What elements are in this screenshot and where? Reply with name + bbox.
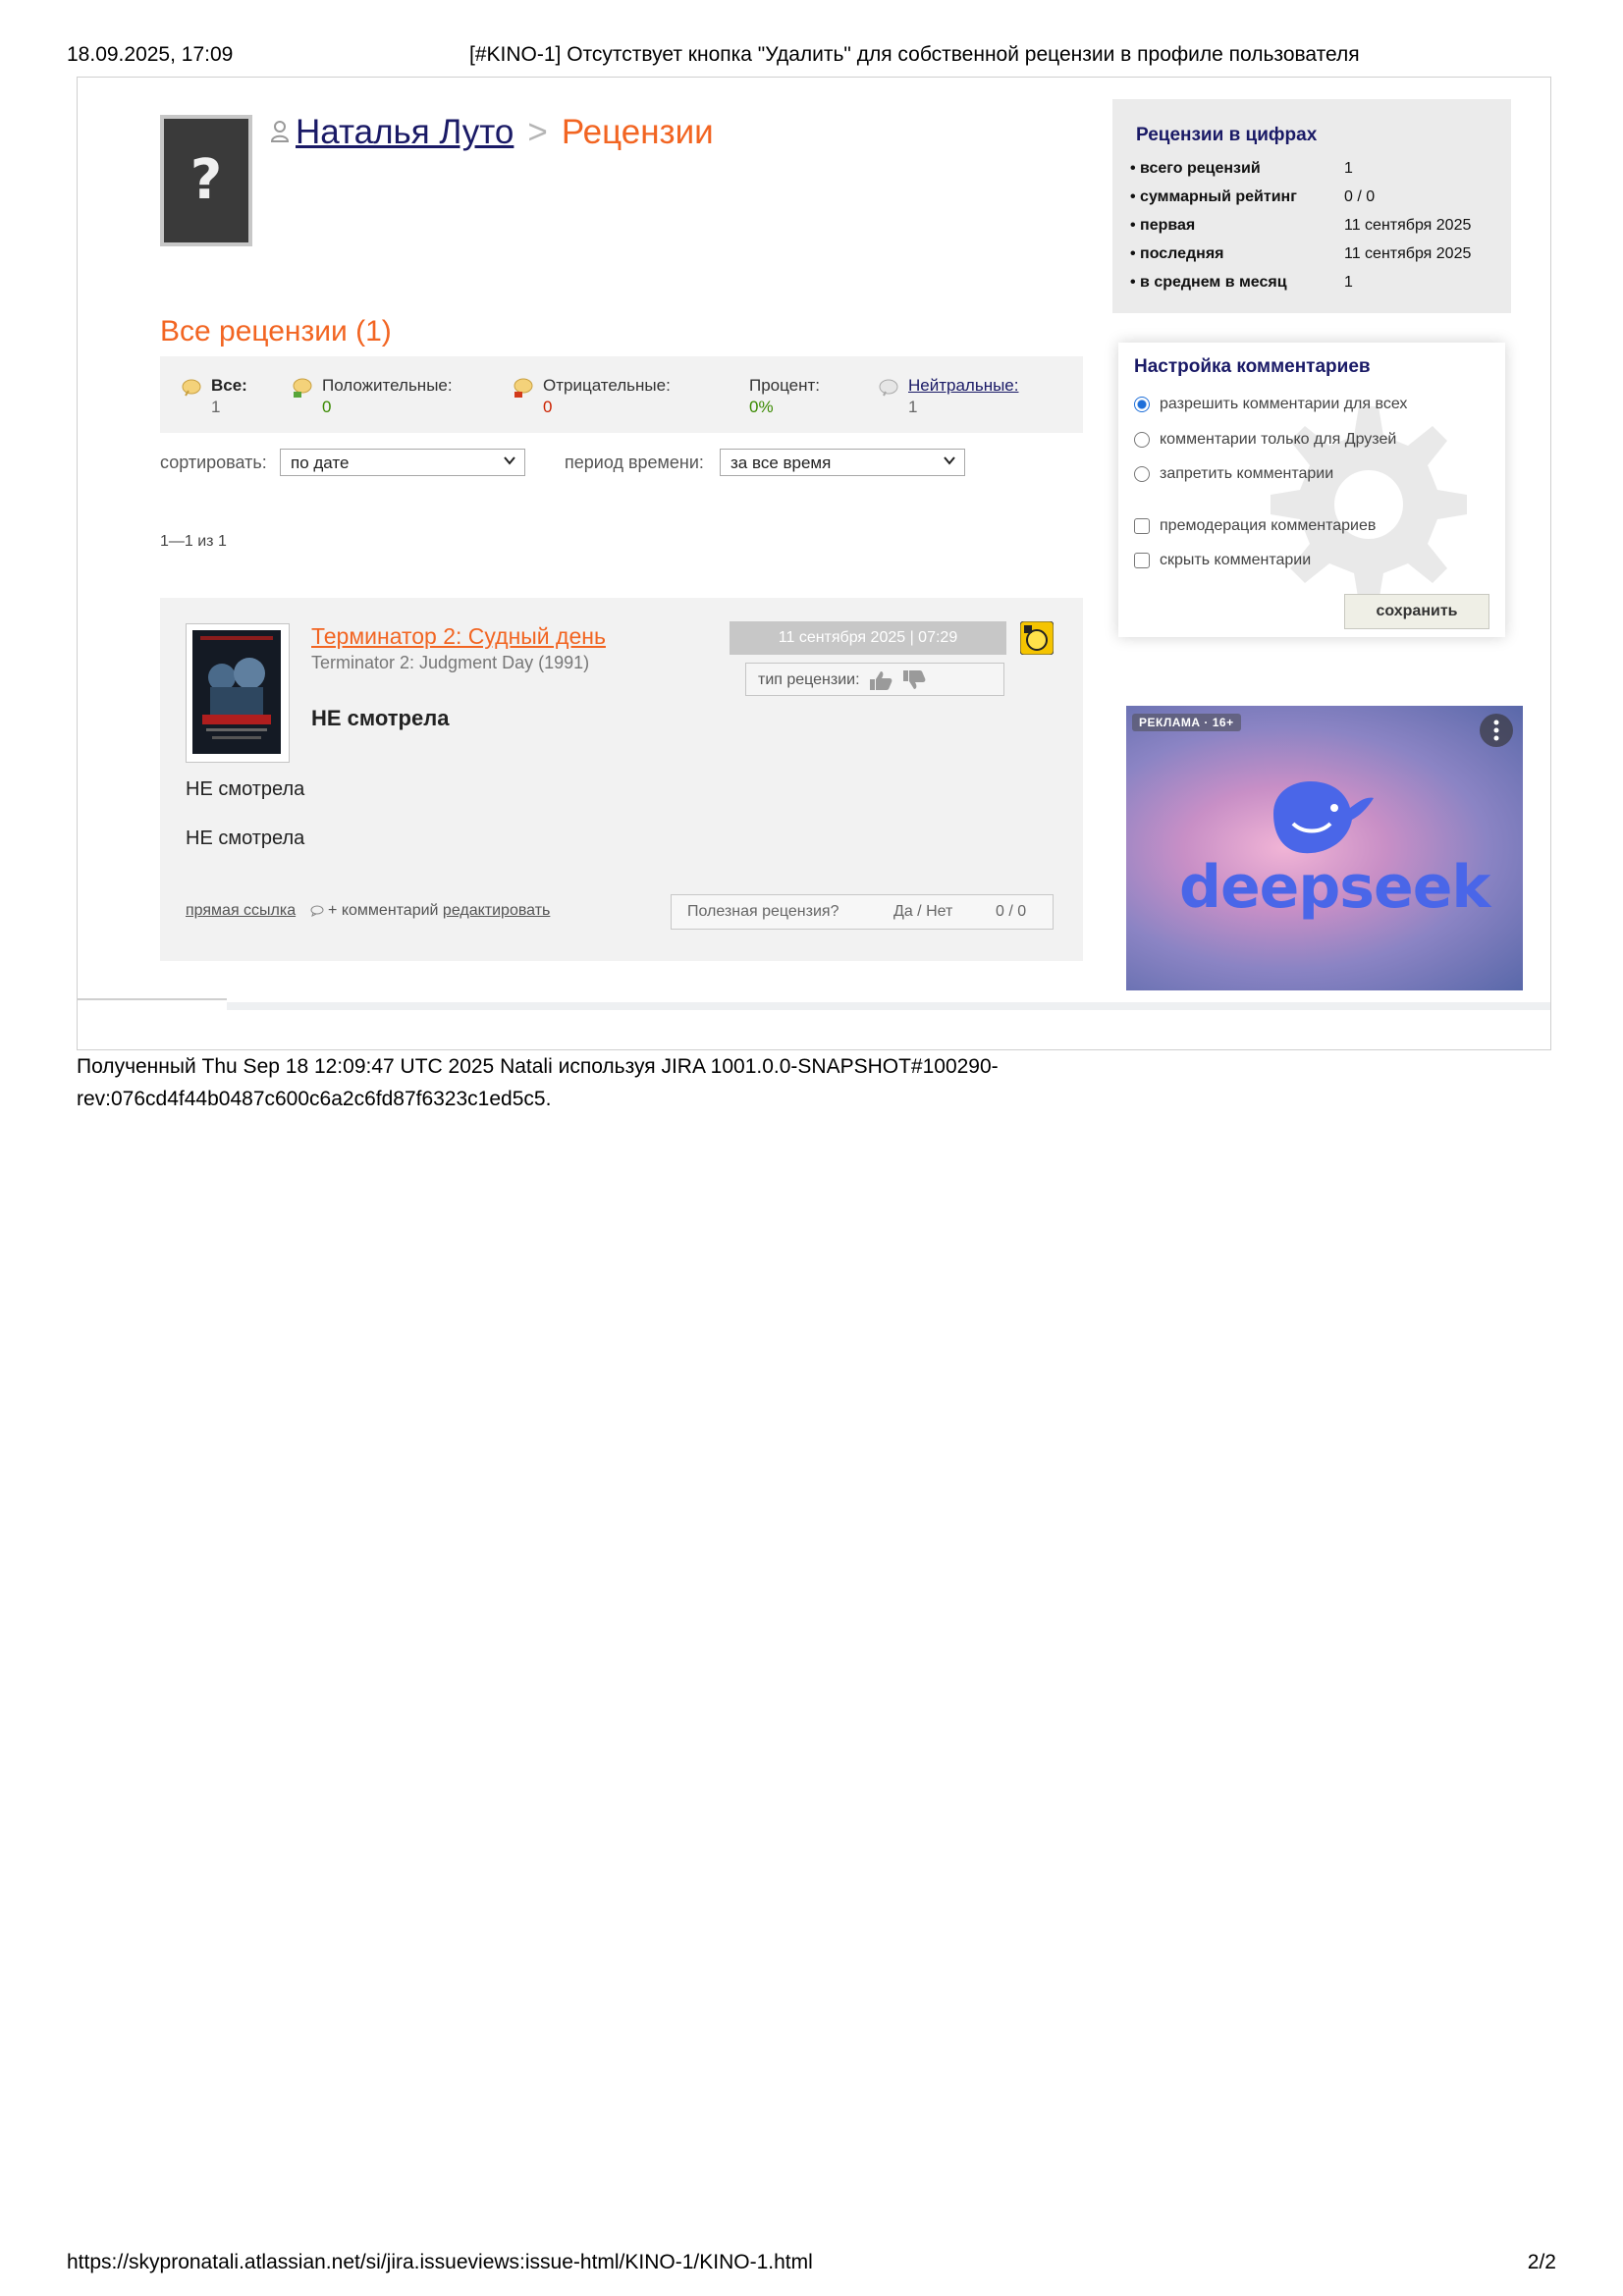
user-icon [270, 121, 290, 142]
chevron-down-icon [944, 456, 955, 465]
breadcrumb: Наталья Луто > Рецензии [270, 113, 714, 152]
review-filter-bar: Все: 1 Положительные: 0 Отрицательные: 0… [160, 356, 1083, 433]
filter-positive[interactable]: Положительные: 0 [293, 376, 453, 417]
review-card: Терминатор 2: Судный день Terminator 2: … [160, 598, 1083, 961]
review-date: 11 сентября 2025 | 07:29 [730, 621, 1006, 655]
ad-brand: deepseek [1179, 853, 1490, 922]
all-reviews-icon [182, 379, 201, 397]
edit-link[interactable]: редактировать [443, 902, 550, 919]
page-number: 2/2 [1527, 2251, 1556, 2273]
stats-row: • первая 11 сентября 2025 [1130, 217, 1472, 234]
print-date: 18.09.2025, 17:09 [67, 43, 234, 66]
save-button[interactable]: сохранить [1344, 594, 1489, 629]
checkbox[interactable] [1134, 552, 1150, 568]
issue-title: [#KINO-1] Отсутствует кнопка "Удалить" д… [469, 43, 1360, 66]
user-name-link[interactable]: Наталья Луто [296, 113, 514, 151]
review-body-line: НЕ смотрела [186, 828, 305, 849]
radio-button[interactable] [1134, 465, 1150, 482]
direct-link[interactable]: прямая ссылка [186, 902, 296, 919]
bottom-tab [78, 998, 227, 1010]
movie-poster[interactable] [186, 623, 290, 763]
stats-title: Рецензии в цифрах [1136, 125, 1318, 145]
period-select[interactable]: за все время [720, 449, 965, 476]
radio-button[interactable] [1134, 396, 1150, 412]
section-title: Рецензии [561, 113, 714, 151]
filter-negative[interactable]: Отрицательные: 0 [514, 376, 671, 417]
avatar: ? [160, 115, 252, 246]
comment-icon [310, 905, 324, 917]
radio-allow-all[interactable]: разрешить комментарии для всех [1134, 396, 1407, 413]
ad-menu-button[interactable] [1480, 714, 1513, 747]
poster-image [192, 630, 281, 754]
radio-button[interactable] [1134, 431, 1150, 448]
breadcrumb-separator: > [527, 113, 548, 151]
neutral-reviews-icon [879, 379, 898, 397]
useful-review-box: Полезная рецензия? Да / Нет 0 / 0 [671, 894, 1054, 930]
neutral-review-badge-icon [1020, 621, 1054, 655]
ad-label: РЕКЛАМА · 16+ [1132, 714, 1241, 731]
more-vertical-icon [1493, 720, 1499, 741]
embedded-screenshot: ? Наталья Луто > Рецензии Все рецензии (1)… [77, 77, 1551, 1050]
checkbox[interactable] [1134, 517, 1150, 534]
thumb-down-icon[interactable] [901, 669, 927, 691]
scrollbar-track [78, 1002, 1550, 1010]
footer-url: https://skypronatali.atlassian.net/si/ji… [67, 2251, 813, 2273]
review-original-title: Terminator 2: Judgment Day (1991) [311, 653, 590, 672]
whale-logo-icon [1273, 781, 1374, 854]
review-footer: прямая ссылка + комментарий редактироват… [186, 902, 550, 920]
thumb-up-icon[interactable] [868, 669, 893, 691]
sort-select[interactable]: по дате [280, 449, 525, 476]
useful-count: 0 / 0 [996, 903, 1027, 920]
negative-reviews-icon [514, 378, 533, 398]
filter-percent: Процент: 0% [749, 376, 821, 416]
useful-yes-no[interactable]: Да / Нет [893, 895, 952, 929]
all-reviews-title: Все рецензии (1) [160, 315, 392, 347]
review-stats-panel: Рецензии в цифрах • всего рецензий 1 • су… [1112, 99, 1511, 313]
stats-row: • в среднем в месяц 1 [1130, 274, 1353, 291]
sort-label: сортировать: [160, 453, 267, 472]
stats-row: • всего рецензий 1 [1130, 160, 1353, 177]
comment-settings-title: Настройка комментариев [1134, 356, 1371, 377]
review-type: тип рецензии: [745, 663, 1004, 696]
checkbox-premoderation[interactable]: премодерация комментариев [1134, 517, 1376, 535]
radio-friends-only[interactable]: комментарии только для Друзей [1134, 431, 1396, 449]
review-body-line: НЕ смотрела [186, 778, 305, 800]
review-movie-title[interactable]: Терминатор 2: Судный день [311, 623, 606, 650]
chevron-down-icon [504, 456, 515, 465]
stats-row: • последняя 11 сентября 2025 [1130, 245, 1472, 262]
comment-settings-panel: Настройка комментариев разрешить коммент… [1118, 343, 1505, 637]
generated-note: Полученный Thu Sep 18 12:09:47 UTC 2025 … [77, 1055, 999, 1110]
checkbox-hide-comments[interactable]: скрыть комментарии [1134, 552, 1311, 569]
stats-row: • суммарный рейтинг 0 / 0 [1130, 188, 1376, 205]
add-comment-link[interactable]: + комментарий [328, 902, 438, 919]
pager: 1—1 из 1 [160, 533, 227, 550]
advertisement-banner[interactable]: РЕКЛАМА · 16+ deepseek [1126, 706, 1523, 990]
poster-art [192, 630, 281, 754]
gear-icon [1271, 406, 1467, 603]
filter-neutral[interactable]: Нейтральные: 1 [879, 376, 1018, 417]
radio-disable[interactable]: запретить комментарии [1134, 465, 1333, 483]
review-headline: НЕ смотрела [311, 706, 450, 730]
positive-reviews-icon [293, 378, 312, 398]
period-label: период времени: [565, 453, 704, 472]
filter-all[interactable]: Все: 1 [182, 376, 247, 417]
